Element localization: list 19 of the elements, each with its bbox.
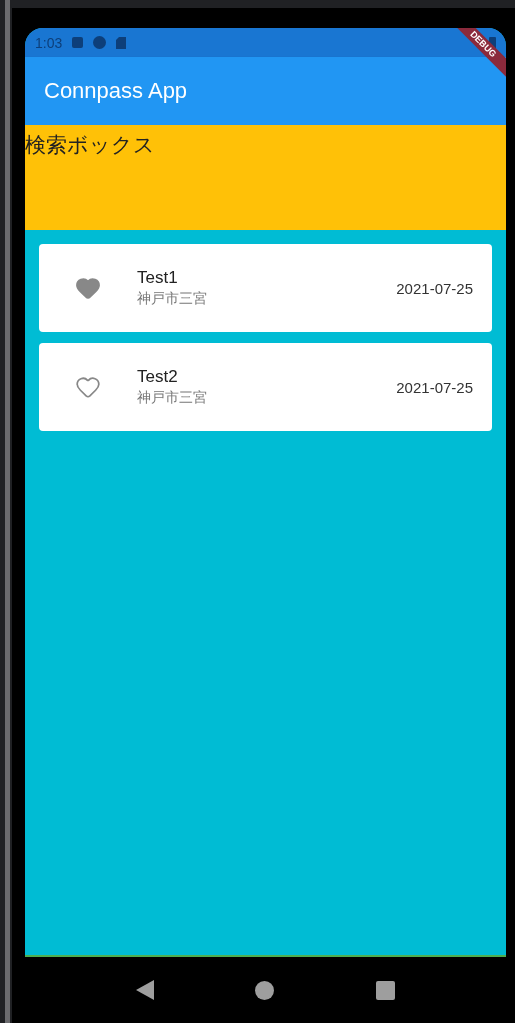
event-place: 神戸市三宮 xyxy=(137,290,208,308)
event-title: Test2 xyxy=(137,367,179,387)
event-place: 神戸市三宮 xyxy=(137,389,208,407)
home-icon[interactable] xyxy=(255,980,275,1000)
event-date: 2021-07-25 xyxy=(396,279,473,297)
search-label: 検索ボックス xyxy=(25,132,155,158)
notification-icon xyxy=(72,37,84,48)
status-time: 1:03 xyxy=(35,34,63,51)
event-date: 2021-07-25 xyxy=(396,378,473,396)
recents-icon[interactable] xyxy=(376,980,396,1000)
notification-icon xyxy=(93,36,107,49)
event-title: Test1 xyxy=(137,268,179,288)
app-title: Connpass App xyxy=(44,78,188,104)
heart-icon[interactable] xyxy=(75,374,101,400)
back-icon[interactable] xyxy=(135,980,154,1000)
heart-icon[interactable] xyxy=(75,275,101,301)
event-card[interactable]: Test2 神戸市三宮 2021-07-25 xyxy=(39,343,492,431)
event-card[interactable]: Test1 神戸市三宮 2021-07-25 xyxy=(39,244,492,332)
sd-card-icon xyxy=(116,36,127,49)
